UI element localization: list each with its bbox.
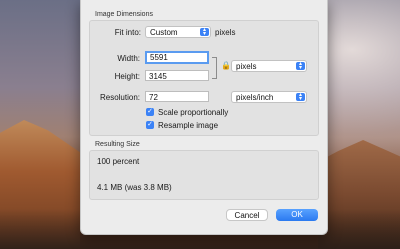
width-field[interactable]: 5591 [145, 51, 209, 64]
fit-into-unit: pixels [215, 28, 236, 37]
resolution-unit-value: pixels/inch [236, 93, 274, 102]
chevron-updown-icon: ▴ ▾ [296, 92, 305, 102]
constraint-bracket [212, 57, 217, 79]
scale-proportionally-checkbox[interactable]: ✓ [146, 108, 154, 116]
result-file-size: 4.1 MB (was 3.8 MB) [97, 183, 172, 192]
lock-icon[interactable]: 🔒 [221, 61, 231, 70]
fit-into-value: Custom [150, 28, 178, 37]
scale-proportionally-label: Scale proportionally [158, 108, 229, 117]
size-unit-value: pixels [236, 62, 257, 71]
fit-into-label: Fit into: [114, 28, 141, 37]
image-dimensions-title: Image Dimensions [95, 11, 153, 18]
fit-into-popup[interactable]: Custom ▴ ▾ [145, 26, 211, 38]
resolution-label: Resolution: [99, 93, 140, 102]
chevron-updown-icon: ▴ ▾ [296, 61, 305, 71]
size-unit-popup[interactable]: pixels ▴ ▾ [231, 60, 307, 72]
result-percent: 100 percent [97, 157, 140, 166]
resolution-field[interactable]: 72 [145, 91, 209, 102]
adjust-size-sheet: Image Dimensions Fit into: Custom ▴ ▾ pix… [80, 0, 328, 235]
height-label: Height: [114, 72, 140, 81]
resample-image-checkbox[interactable]: ✓ [146, 121, 154, 129]
chevron-updown-icon: ▴ ▾ [200, 27, 209, 37]
ok-button[interactable]: OK [276, 209, 318, 221]
resolution-unit-popup[interactable]: pixels/inch ▴ ▾ [231, 91, 307, 103]
width-label: Width: [117, 54, 140, 63]
resulting-size-title: Resulting Size [95, 141, 140, 148]
height-field[interactable]: 3145 [145, 70, 209, 81]
resample-image-label: Resample image [158, 121, 219, 130]
cancel-button[interactable]: Cancel [226, 209, 268, 221]
